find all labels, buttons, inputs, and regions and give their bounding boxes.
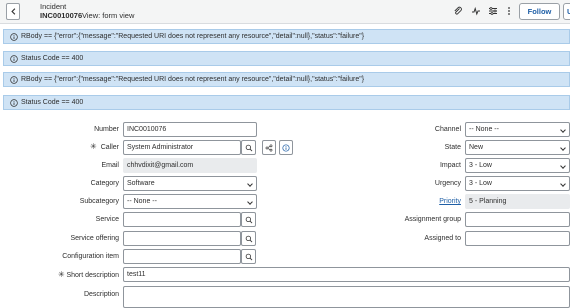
info-message-text: RBody == {"error":{"message":"Requested …: [21, 76, 365, 83]
record-number: INC0010076: [40, 11, 83, 20]
number-label: Number: [94, 126, 119, 133]
assigned-to-label: Assigned to: [424, 235, 461, 242]
update-button[interactable]: U: [563, 3, 570, 20]
description-label: Description: [83, 291, 119, 298]
info-icon: [10, 32, 18, 41]
assignment-group-label: Assignment group: [404, 216, 461, 223]
service-offering-lookup-button[interactable]: [241, 231, 256, 246]
state-select[interactable]: New: [465, 140, 570, 155]
service-field[interactable]: [123, 212, 241, 227]
form-header: Incident INC0010076 View: form view Foll…: [0, 0, 570, 24]
info-icon: [282, 143, 290, 152]
category-label: Category: [90, 180, 119, 187]
info-icon: [10, 54, 18, 63]
subcategory-label: Subcategory: [79, 198, 119, 205]
info-message-text: Status Code == 400: [21, 99, 84, 106]
short-description-field[interactable]: test11: [123, 267, 570, 282]
caller-related-button[interactable]: [262, 140, 276, 155]
info-message: Status Code == 400: [3, 95, 570, 110]
service-label: Service: [95, 216, 119, 223]
service-lookup-button[interactable]: [241, 212, 256, 227]
back-button[interactable]: [6, 3, 20, 20]
email-label: Email: [101, 162, 119, 169]
caller-lookup-button[interactable]: [241, 140, 256, 155]
service-offering-field[interactable]: [123, 231, 241, 246]
impact-label: Impact: [439, 162, 461, 169]
info-icon: [10, 75, 18, 84]
chevron-left-icon: [10, 8, 15, 15]
info-message-text: RBody == {"error":{"message":"Requested …: [21, 33, 365, 40]
priority-label-link[interactable]: Priority: [439, 198, 461, 205]
search-icon: [245, 253, 252, 260]
required-icon: ✳: [90, 142, 97, 151]
record-type: Incident: [40, 2, 67, 11]
urgency-select[interactable]: 3 - Low: [465, 176, 570, 191]
category-select[interactable]: Software: [123, 176, 257, 191]
caller-field[interactable]: System Administrator: [123, 140, 241, 155]
settings-sliders-icon[interactable]: [487, 5, 499, 17]
info-message: RBody == {"error":{"message":"Requested …: [3, 72, 570, 87]
view-label: View: form view: [82, 11, 135, 20]
follow-button[interactable]: Follow: [519, 3, 560, 20]
search-icon: [245, 235, 252, 242]
search-icon: [245, 216, 252, 223]
priority-field: 5 - Planning: [465, 194, 570, 209]
short-description-label: Short description: [66, 272, 119, 279]
paperclip-icon[interactable]: [452, 5, 464, 17]
state-label: State: [444, 144, 461, 151]
configuration-item-field[interactable]: [123, 249, 241, 264]
number-field[interactable]: INC0010076: [123, 122, 257, 137]
configuration-item-lookup-button[interactable]: [241, 249, 256, 264]
configuration-item-label: Configuration item: [62, 253, 119, 260]
caller-label: Caller: [100, 144, 119, 151]
impact-select[interactable]: 3 - Low: [465, 158, 570, 173]
required-icon: ✳: [58, 270, 65, 279]
assigned-to-field[interactable]: [465, 231, 570, 246]
info-message: RBody == {"error":{"message":"Requested …: [3, 29, 570, 44]
service-offering-label: Service offering: [70, 235, 119, 242]
activity-icon[interactable]: [470, 5, 482, 17]
search-icon: [245, 144, 252, 151]
description-textarea[interactable]: [123, 286, 570, 308]
channel-label: Channel: [434, 126, 461, 133]
info-icon: [10, 98, 18, 107]
email-field: chhvdixit@gmail.com: [123, 158, 257, 173]
channel-select[interactable]: -- None --: [465, 122, 570, 137]
info-message: Status Code == 400: [3, 51, 570, 66]
assignment-group-field[interactable]: [465, 212, 570, 227]
urgency-label: Urgency: [434, 180, 461, 187]
subcategory-select[interactable]: -- None --: [123, 194, 257, 209]
caller-info-button[interactable]: [279, 140, 293, 155]
info-message-text: Status Code == 400: [21, 55, 84, 62]
share-icon: [265, 143, 273, 152]
more-icon[interactable]: [503, 5, 515, 17]
